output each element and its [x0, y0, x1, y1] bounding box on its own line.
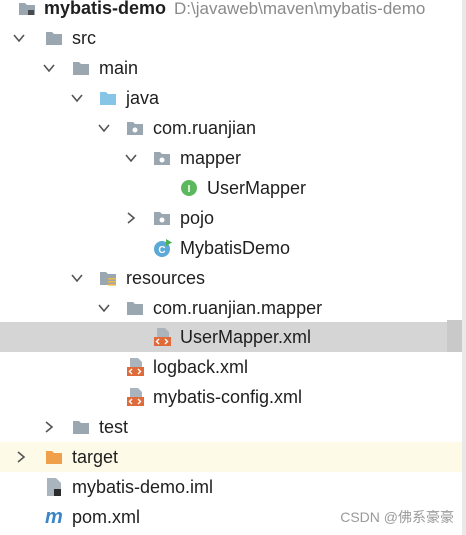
- tree-label: MybatisDemo: [180, 238, 291, 258]
- chevron-down-icon[interactable]: [70, 271, 84, 285]
- tree-row-logback-xml[interactable]: logback.xml: [0, 352, 462, 382]
- tree-row-mapper[interactable]: mapper: [0, 143, 462, 173]
- tree-label: com.ruanjian.mapper: [153, 298, 323, 318]
- scrollbar-thumb[interactable]: [447, 320, 462, 352]
- tree-row-main[interactable]: main: [0, 53, 462, 83]
- tree-row-src[interactable]: src: [0, 23, 462, 53]
- tree-label: main: [99, 58, 139, 78]
- chevron-down-icon[interactable]: [97, 121, 111, 135]
- tree-row-target[interactable]: target: [0, 442, 462, 472]
- folder-icon: [73, 62, 89, 75]
- tree-label: target: [72, 447, 119, 467]
- chevron-down-icon[interactable]: [42, 61, 56, 75]
- project-name: mybatis-demo: [44, 0, 167, 18]
- class-icon-letter: C: [158, 245, 165, 256]
- tree-label: mybatis-demo.iml: [72, 477, 214, 497]
- interface-icon: I: [181, 180, 197, 196]
- tree-row-mybatis-config-xml[interactable]: mybatis-config.xml: [0, 382, 462, 412]
- tree-label: resources: [126, 268, 206, 288]
- tree-row-iml[interactable]: mybatis-demo.iml: [0, 472, 462, 502]
- resources-folder-icon: [100, 272, 116, 286]
- tree-label: mybatis-config.xml: [153, 387, 303, 407]
- tree-label: java: [126, 88, 160, 108]
- tree-label: pojo: [180, 208, 215, 228]
- tree-row-java[interactable]: java: [0, 83, 462, 113]
- iml-file-icon: [47, 478, 61, 496]
- source-folder-icon: [100, 92, 116, 105]
- vertical-scrollbar-track[interactable]: [462, 0, 466, 535]
- maven-icon: m: [45, 506, 63, 528]
- package-icon: [154, 212, 170, 225]
- tree-row-mybatisdemo[interactable]: C MybatisDemo: [0, 233, 462, 263]
- chevron-down-icon[interactable]: [12, 31, 26, 45]
- folder-icon: [46, 32, 62, 45]
- excluded-folder-icon: [46, 451, 62, 464]
- tree-row-usermapper[interactable]: I UserMapper: [0, 173, 462, 203]
- tree-label: UserMapper: [207, 178, 307, 198]
- tree-label: logback.xml: [153, 357, 249, 377]
- tree-row-com-ruanjian-mapper[interactable]: com.ruanjian.mapper: [0, 293, 462, 323]
- interface-icon-letter: I: [188, 184, 191, 195]
- tree-row-resources[interactable]: resources: [0, 263, 462, 293]
- tree-label: src: [72, 28, 96, 48]
- tree-label: pom.xml: [72, 507, 141, 527]
- project-path: D:\javaweb\maven\mybatis-demo: [174, 0, 426, 18]
- runnable-class-icon: C: [154, 239, 172, 257]
- chevron-right-icon[interactable]: [124, 211, 138, 225]
- chevron-down-icon[interactable]: [97, 301, 111, 315]
- tree-row-project[interactable]: mybatis-demo D:\javaweb\maven\mybatis-dem…: [0, 0, 462, 23]
- xml-file-icon: [127, 388, 144, 406]
- chevron-down-icon[interactable]: [70, 91, 84, 105]
- chevron-right-icon[interactable]: [14, 450, 28, 464]
- chevron-down-icon[interactable]: [124, 151, 138, 165]
- xml-file-icon: [154, 328, 171, 346]
- tree-label: com.ruanjian: [153, 118, 257, 138]
- folder-icon: [73, 421, 89, 434]
- tree-row-test[interactable]: test: [0, 412, 462, 442]
- tree-row-usermapper-xml[interactable]: UserMapper.xml: [0, 322, 462, 352]
- package-icon: [154, 152, 170, 165]
- tree-label: UserMapper.xml: [180, 327, 312, 347]
- watermark: CSDN @佛系豪豪: [340, 509, 454, 525]
- chevron-right-icon[interactable]: [42, 420, 56, 434]
- tree-row-com-ruanjian[interactable]: com.ruanjian: [0, 113, 462, 143]
- folder-icon: [127, 302, 143, 315]
- tree-label: test: [99, 417, 129, 437]
- tree-label: mapper: [180, 148, 242, 168]
- module-folder-icon: [19, 3, 35, 15]
- tree-row-pojo[interactable]: pojo: [0, 203, 462, 233]
- xml-file-icon: [127, 358, 144, 376]
- package-icon: [127, 122, 143, 135]
